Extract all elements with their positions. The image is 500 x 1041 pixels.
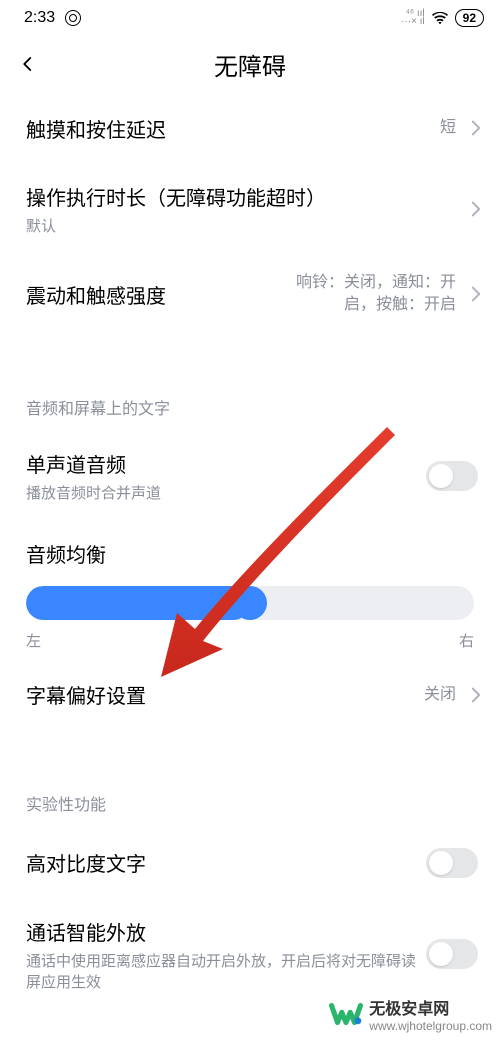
- watermark: 无极安卓网 www.wjhotelgroup.com: [329, 995, 492, 1033]
- setting-subtitle: 通话中使用距离感应器自动开启外放，开启后将对无障碍读屏应用生效: [26, 950, 416, 992]
- chevron-left-icon: [19, 55, 37, 73]
- signal-icon: ⁴⁶ ııl···× ıl: [401, 10, 425, 26]
- group-header-experimental: 实验性功能: [0, 765, 500, 827]
- chevron-right-icon: [466, 286, 486, 302]
- setting-title: 通话智能外放: [26, 917, 416, 946]
- watermark-url: www.wjhotelgroup.com: [369, 1019, 492, 1033]
- status-time: 2:33: [24, 9, 55, 27]
- back-button[interactable]: [10, 46, 46, 82]
- setting-value: 响铃：关闭，通知：开启，按触：开启: [266, 272, 456, 317]
- audio-balance-slider[interactable]: [26, 586, 474, 620]
- setting-title: 高对比度文字: [26, 848, 416, 877]
- chevron-right-icon: [466, 201, 486, 217]
- app-badge-icon: [65, 10, 81, 26]
- chevron-right-icon: [466, 120, 486, 136]
- setting-vibration-haptics[interactable]: 震动和触感强度 响铃：关闭，通知：开启，按触：开启: [0, 254, 500, 335]
- slider-right-label: 右: [459, 630, 474, 651]
- setting-title: 音频均衡: [26, 539, 474, 568]
- setting-mono-audio[interactable]: 单声道音频 播放音频时合并声道: [0, 431, 500, 521]
- slider-left-label: 左: [26, 630, 41, 651]
- setting-call-smart-speaker[interactable]: 通话智能外放 通话中使用距离感应器自动开启外放，开启后将对无障碍读屏应用生效: [0, 899, 500, 1010]
- watermark-logo-icon: [329, 997, 363, 1031]
- setting-title: 字幕偏好设置: [26, 680, 414, 709]
- page-header: 无障碍: [0, 36, 500, 92]
- setting-value: 短: [440, 117, 456, 139]
- setting-title: 单声道音频: [26, 449, 416, 478]
- setting-action-timeout[interactable]: 操作执行时长（无障碍功能超时） 默认: [0, 164, 500, 254]
- setting-subtitle: 播放音频时合并声道: [26, 482, 416, 503]
- setting-title: 触摸和按住延迟: [26, 114, 430, 143]
- setting-touch-hold-delay[interactable]: 触摸和按住延迟 短: [0, 92, 500, 164]
- watermark-title: 无极安卓网: [369, 995, 492, 1019]
- setting-caption-preferences[interactable]: 字幕偏好设置 关闭: [0, 659, 500, 731]
- slider-thumb[interactable]: [233, 586, 267, 620]
- setting-audio-balance: 音频均衡 左 右: [0, 521, 500, 659]
- toggle-mono-audio[interactable]: [426, 461, 478, 491]
- toggle-call-speaker[interactable]: [426, 939, 478, 969]
- wifi-icon: [431, 11, 449, 25]
- battery-indicator: 92: [455, 9, 484, 27]
- status-bar: 2:33 ⁴⁶ ııl···× ıl 92: [0, 0, 500, 36]
- chevron-right-icon: [466, 687, 486, 703]
- setting-title: 震动和触感强度: [26, 280, 256, 309]
- group-header-audio-display: 音频和屏幕上的文字: [0, 369, 500, 431]
- toggle-high-contrast[interactable]: [426, 848, 478, 878]
- setting-high-contrast-text[interactable]: 高对比度文字: [0, 827, 500, 899]
- setting-subtitle: 默认: [26, 215, 456, 236]
- page-title: 无障碍: [0, 47, 500, 82]
- setting-value: 关闭: [424, 684, 456, 706]
- setting-title: 操作执行时长（无障碍功能超时）: [26, 182, 456, 211]
